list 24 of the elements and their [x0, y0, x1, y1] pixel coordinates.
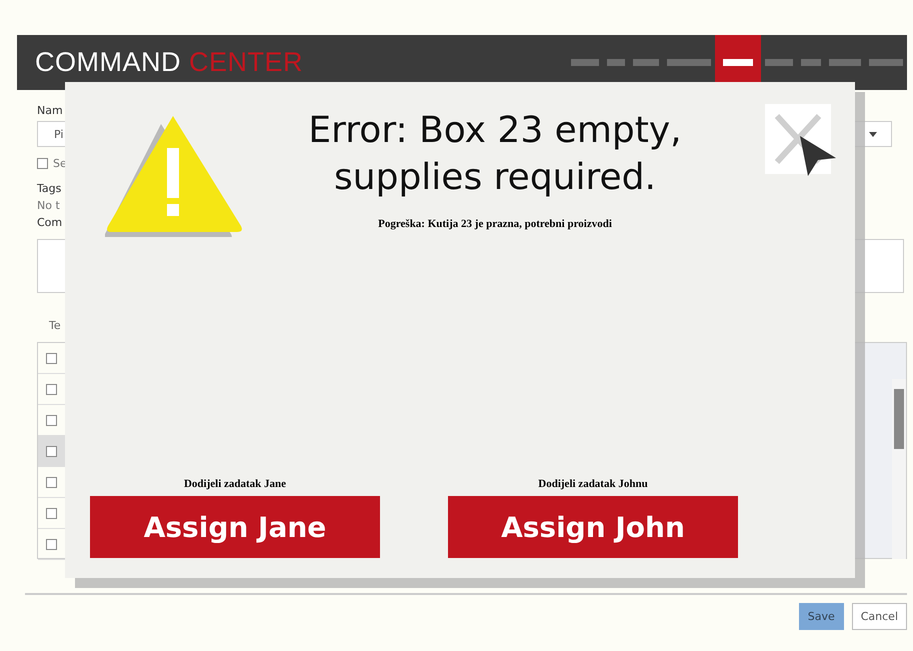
- cancel-button[interactable]: Cancel: [852, 603, 907, 630]
- checkbox[interactable]: [46, 352, 57, 364]
- field-label: Com: [37, 216, 62, 229]
- field-label: Nam: [37, 104, 63, 117]
- translation-text: Pogreška: Kutija 23 je prazna, potrebni proizvodi: [378, 218, 612, 230]
- button-caption: Dodijeli zadatak Jane: [184, 478, 286, 490]
- cursor-icon: [798, 134, 838, 178]
- checkbox[interactable]: [46, 476, 57, 488]
- assign-button[interactable]: Assign Jane: [90, 496, 380, 558]
- tags-text: No t: [37, 199, 60, 212]
- field-label: Tags: [37, 182, 62, 195]
- checkbox[interactable]: [46, 538, 57, 550]
- assign-button[interactable]: Assign John: [448, 496, 738, 558]
- caret-icon: [869, 132, 877, 136]
- save-button[interactable]: Save: [798, 603, 844, 630]
- logo-text: COMMAND CENTER: [35, 47, 304, 78]
- scrollbar[interactable]: [892, 379, 906, 559]
- checkbox[interactable]: [46, 508, 57, 518]
- error-title: Error: Box 23 empty, supplies required.: [307, 109, 683, 200]
- checkbox[interactable]: [46, 414, 57, 426]
- checkbox[interactable]: [46, 384, 57, 394]
- checkbox[interactable]: [37, 158, 48, 169]
- checkbox[interactable]: [46, 446, 57, 456]
- button-caption: Dodijeli zadatak Johnu: [538, 478, 648, 490]
